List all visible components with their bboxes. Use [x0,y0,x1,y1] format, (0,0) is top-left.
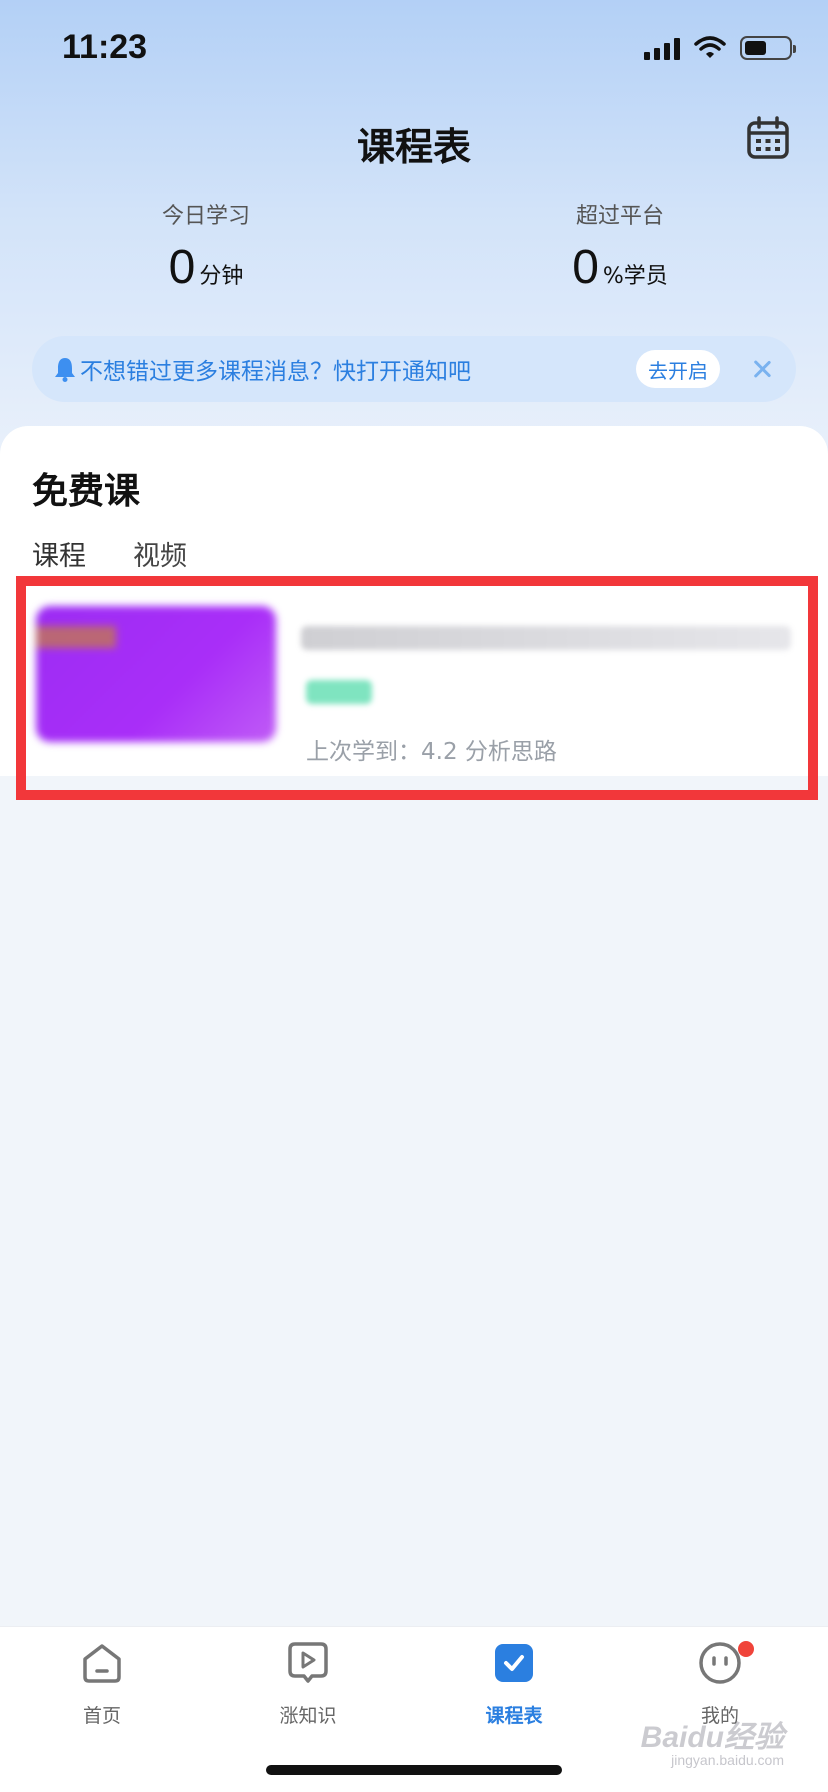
stat-value: 0 [572,241,599,294]
stat-unit: %学员 [602,264,668,289]
baidu-watermark: Baidu经验 [640,1721,784,1754]
face-icon [699,1642,741,1684]
close-icon[interactable] [750,357,774,381]
page-title: 课程表 [356,125,471,169]
stat-label: 超过平台 [575,204,664,229]
bell-icon [55,358,75,382]
signal-icon [644,36,680,60]
notice-text: 不想错过更多课程消息？快打开通知吧 [80,359,471,385]
enable-notification-button[interactable]: 去开启 [636,350,720,388]
status-time: 11:23 [62,28,148,66]
play-video-icon [288,1642,328,1683]
stat-value: 0 [168,241,196,294]
section-title: 免费课 [32,471,141,512]
tab-courses[interactable]: 课程 [32,534,86,573]
baidu-watermark-url: jingyan.baidu.com [671,1752,784,1768]
stat-today-study: 今日学习 0 分钟 [76,198,336,295]
tabbar-label: 涨知识 [279,1705,337,1727]
tab-videos[interactable]: 视频 [133,534,187,573]
home-icon [83,1644,121,1683]
tabbar-label: 课程表 [485,1705,543,1727]
stat-unit: 分钟 [199,264,244,289]
tabbar-item-home[interactable]: 首页 [42,1641,162,1728]
stat-platform-rank: 超过平台 0 %学员 [490,198,750,295]
tabbar-item-knowledge[interactable]: 涨知识 [248,1641,368,1728]
notification-banner: 不想错过更多课程消息？快打开通知吧 去开启 [32,336,796,402]
highlight-annotation-box [16,576,818,800]
home-indicator [266,1765,562,1775]
tabbar-label: 首页 [82,1705,121,1727]
status-icons [644,36,796,60]
calendar-icon[interactable] [746,116,790,160]
wifi-icon [694,36,726,58]
battery-icon [740,36,796,60]
notification-badge [738,1641,754,1657]
checkbox-checked-icon [495,1644,533,1682]
stat-label: 今日学习 [161,204,250,229]
tabbar-item-schedule[interactable]: 课程表 [454,1641,574,1728]
